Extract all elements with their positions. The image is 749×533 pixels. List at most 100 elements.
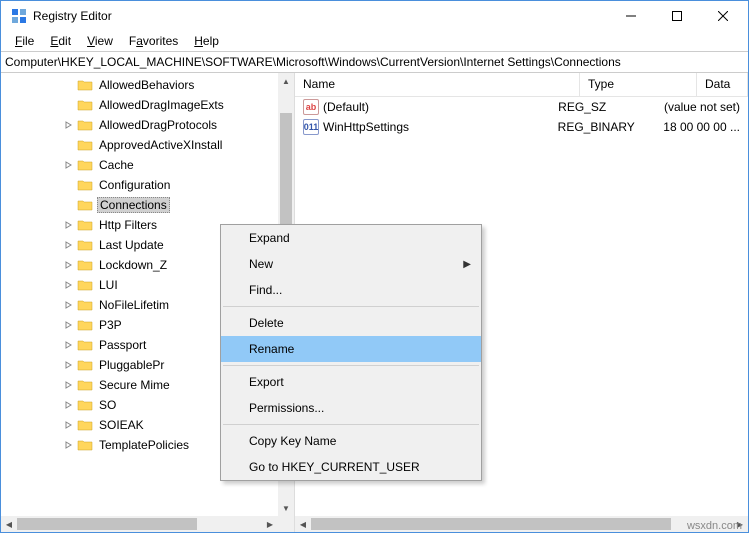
- tree-item-label: SOIEAK: [97, 418, 146, 432]
- folder-icon: [77, 238, 93, 252]
- folder-icon: [77, 358, 93, 372]
- expander-icon[interactable]: [61, 441, 77, 449]
- expander-icon[interactable]: [61, 161, 77, 169]
- scroll-left-icon[interactable]: ◀: [295, 516, 311, 532]
- folder-icon: [77, 278, 93, 292]
- tree-item[interactable]: AllowedBehaviors: [1, 75, 278, 95]
- folder-icon: [77, 158, 93, 172]
- context-item-expand[interactable]: Expand: [221, 225, 481, 251]
- expander-icon[interactable]: [61, 381, 77, 389]
- context-item-export[interactable]: Export: [221, 369, 481, 395]
- context-item-permissions[interactable]: Permissions...: [221, 395, 481, 421]
- watermark: wsxdn.com: [687, 520, 742, 532]
- maximize-button[interactable]: [654, 1, 700, 31]
- expander-icon[interactable]: [61, 421, 77, 429]
- expander-icon[interactable]: [61, 361, 77, 369]
- expander-icon[interactable]: [61, 241, 77, 249]
- value-type-cell: REG_SZ: [550, 100, 656, 114]
- context-item-copy-key-name[interactable]: Copy Key Name: [221, 428, 481, 454]
- context-item-go-to-hkey-current-user[interactable]: Go to HKEY_CURRENT_USER: [221, 454, 481, 480]
- expander-icon[interactable]: [61, 321, 77, 329]
- list-body: ab (Default) REG_SZ(value not set) 011WinHt…: [295, 97, 748, 137]
- tree-item-label: Lockdown_Z: [97, 258, 169, 272]
- address-text: Computer\HKEY_LOCAL_MACHINE\SOFTWARE\Mic…: [5, 55, 621, 69]
- folder-icon: [77, 78, 93, 92]
- tree-item[interactable]: ApprovedActiveXInstall: [1, 135, 278, 155]
- context-item-label: Find...: [249, 283, 282, 297]
- scroll-down-icon[interactable]: ▼: [278, 500, 294, 516]
- value-name-cell: 011WinHttpSettings: [295, 119, 550, 135]
- scroll-thumb[interactable]: [280, 113, 292, 233]
- folder-icon: [77, 378, 93, 392]
- tree-item-label: Configuration: [97, 178, 172, 192]
- expander-icon[interactable]: [61, 341, 77, 349]
- menu-edit[interactable]: Edit: [42, 32, 79, 50]
- list-row[interactable]: 011WinHttpSettingsREG_BINARY18 00 00 00 …: [295, 117, 748, 137]
- tree-item-label: TemplatePolicies: [97, 438, 191, 452]
- menu-file[interactable]: File: [7, 32, 42, 50]
- folder-icon: [77, 258, 93, 272]
- value-data-cell: (value not set): [656, 100, 748, 114]
- tree-item-label: AllowedBehaviors: [97, 78, 196, 92]
- expander-icon[interactable]: [61, 121, 77, 129]
- folder-icon: [77, 298, 93, 312]
- scroll-corner: [278, 516, 294, 532]
- menu-view[interactable]: View: [79, 32, 121, 50]
- expander-icon[interactable]: [61, 301, 77, 309]
- value-bin-icon: 011: [303, 119, 319, 135]
- scroll-left-icon[interactable]: ◀: [1, 516, 17, 532]
- context-item-rename[interactable]: Rename: [221, 336, 481, 362]
- app-icon: [11, 8, 27, 24]
- tree-item[interactable]: AllowedDragImageExts: [1, 95, 278, 115]
- context-item-label: Export: [249, 375, 284, 389]
- column-data[interactable]: Data: [697, 73, 748, 96]
- folder-icon: [77, 198, 93, 212]
- address-bar[interactable]: Computer\HKEY_LOCAL_MACHINE\SOFTWARE\Mic…: [1, 51, 748, 73]
- tree-item[interactable]: AllowedDragProtocols: [1, 115, 278, 135]
- tree-item[interactable]: Configuration: [1, 175, 278, 195]
- menu-favorites[interactable]: Favorites: [121, 32, 186, 50]
- value-data-cell: 18 00 00 00 ...: [655, 120, 748, 134]
- scroll-up-icon[interactable]: ▲: [278, 73, 294, 89]
- tree-item-label: LUI: [97, 278, 120, 292]
- context-separator: [223, 424, 479, 425]
- context-item-new[interactable]: New ▶: [221, 251, 481, 277]
- column-type[interactable]: Type: [580, 73, 697, 96]
- context-item-find[interactable]: Find...: [221, 277, 481, 303]
- value-str-icon: ab: [303, 99, 319, 115]
- context-item-delete[interactable]: Delete: [221, 310, 481, 336]
- minimize-button[interactable]: [608, 1, 654, 31]
- tree-item[interactable]: Cache: [1, 155, 278, 175]
- menubar: File Edit View Favorites Help: [1, 31, 748, 51]
- tree-item-label: SO: [97, 398, 118, 412]
- expander-icon[interactable]: [61, 281, 77, 289]
- titlebar: Registry Editor: [1, 1, 748, 31]
- value-name: (Default): [323, 100, 369, 114]
- context-item-label: New: [249, 257, 273, 271]
- scroll-thumb[interactable]: [311, 518, 671, 530]
- expander-icon[interactable]: [61, 221, 77, 229]
- close-button[interactable]: [700, 1, 746, 31]
- tree-item-label: NoFileLifetim: [97, 298, 171, 312]
- context-item-label: Copy Key Name: [249, 434, 336, 448]
- submenu-arrow-icon: ▶: [463, 259, 471, 270]
- expander-icon[interactable]: [61, 261, 77, 269]
- list-row[interactable]: ab (Default) REG_SZ(value not set): [295, 97, 748, 117]
- menu-help[interactable]: Help: [186, 32, 227, 50]
- tree-item-label: Connections: [97, 197, 170, 213]
- list-header: Name Type Data: [295, 73, 748, 97]
- expander-icon[interactable]: [61, 401, 77, 409]
- context-item-label: Delete: [249, 316, 284, 330]
- folder-icon: [77, 338, 93, 352]
- tree-horizontal-scrollbar[interactable]: ◀ ▶: [1, 516, 278, 532]
- tree-item-label: Http Filters: [97, 218, 159, 232]
- column-name[interactable]: Name: [295, 73, 580, 96]
- scroll-right-icon[interactable]: ▶: [262, 516, 278, 532]
- scroll-thumb[interactable]: [17, 518, 197, 530]
- context-menu: Expand New ▶ Find... Delete Rename Export Permi…: [220, 224, 482, 481]
- folder-icon: [77, 438, 93, 452]
- list-horizontal-scrollbar[interactable]: ◀ ▶: [295, 516, 748, 532]
- tree-item[interactable]: Connections: [1, 195, 278, 215]
- tree-item-label: Last Update: [97, 238, 166, 252]
- context-separator: [223, 365, 479, 366]
